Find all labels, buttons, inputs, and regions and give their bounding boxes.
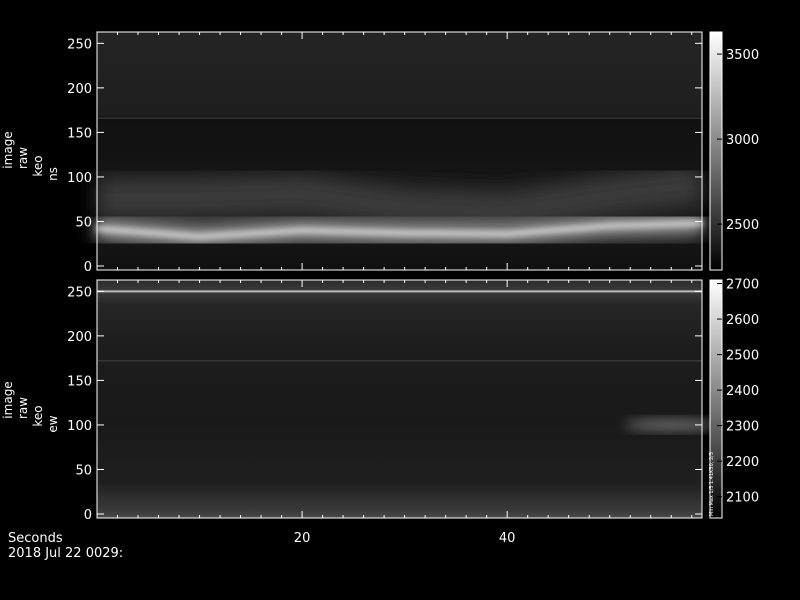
y-label-line: keo: [31, 405, 45, 426]
y-tick-label: 0: [84, 260, 92, 275]
y-tick-label: 100: [67, 419, 92, 434]
colorbar-tick-label: 3000: [726, 133, 759, 148]
y-tick-label: 100: [67, 171, 92, 186]
bottom-heatmap-bg: [97, 280, 702, 518]
y-label-line: image: [1, 381, 15, 418]
aurora-upper-glow: [96, 164, 705, 232]
colorbar-tick-label: 2200: [726, 455, 759, 470]
x-tick-label: 40: [499, 531, 516, 546]
bottom-annotation: Min Max 1/5 1.41K50, 2/5: [709, 452, 715, 516]
top-colorbar-ticks: 2500 3000 3500: [717, 48, 759, 233]
top-y-label: image raw keo ns: [1, 131, 60, 181]
plot-canvas: 050100150200250 image raw keo ns 2500300035…: [1, 31, 759, 546]
y-label-line: image: [1, 131, 15, 168]
top-colorbar: [709, 31, 723, 271]
y-tick-label: 50: [75, 463, 92, 478]
y-tick-label: 50: [75, 215, 92, 230]
y-tick-label: 150: [67, 126, 92, 141]
bottom-colorbar-ticks: 2100 2200 2300 2400 2500 2600 2700: [717, 278, 759, 506]
y-label-line: ew: [46, 415, 60, 432]
y-tick-label: 200: [67, 330, 92, 345]
colorbar-tick-label: 2400: [726, 384, 759, 399]
y-tick-label: 150: [67, 374, 92, 389]
y-label-line: raw: [16, 397, 30, 419]
top-panel: 0 50 100 150 200 250 image raw keo ns 2500 3000 35…: [1, 31, 759, 275]
x-unit-label: Seconds: [8, 531, 63, 546]
bright-feature: [624, 419, 718, 430]
y-label-line: ns: [46, 167, 60, 181]
y-label-line: keo: [31, 155, 45, 176]
colorbar-tick-label: 2500: [726, 218, 759, 233]
colorbar-tick-label: 2500: [726, 349, 759, 364]
colorbar-tick-label: 2600: [726, 313, 759, 328]
y-tick-label: 250: [67, 37, 92, 52]
colorbar-tick-label: 2300: [726, 420, 759, 435]
bottom-heatmap-features: [624, 419, 718, 430]
y-tick-label: 200: [67, 82, 92, 97]
x-tick-label: 20: [294, 531, 311, 546]
y-tick-label: 0: [84, 508, 92, 523]
bottom-y-label: image raw keo ew: [1, 381, 60, 432]
bottom-panel: 050100150200250 20 40 image raw keo ew 21002…: [1, 278, 759, 546]
top-heatmap-aurora: [95, 164, 705, 250]
timestamp-label: 2018 Jul 22 0029:: [8, 546, 124, 561]
y-label-line: raw: [16, 147, 30, 169]
colorbar-tick-label: 2700: [726, 278, 759, 293]
colorbar-tick-label: 2100: [726, 491, 759, 506]
colorbar-tick-label: 3500: [726, 48, 759, 63]
y-tick-label: 250: [67, 285, 92, 300]
